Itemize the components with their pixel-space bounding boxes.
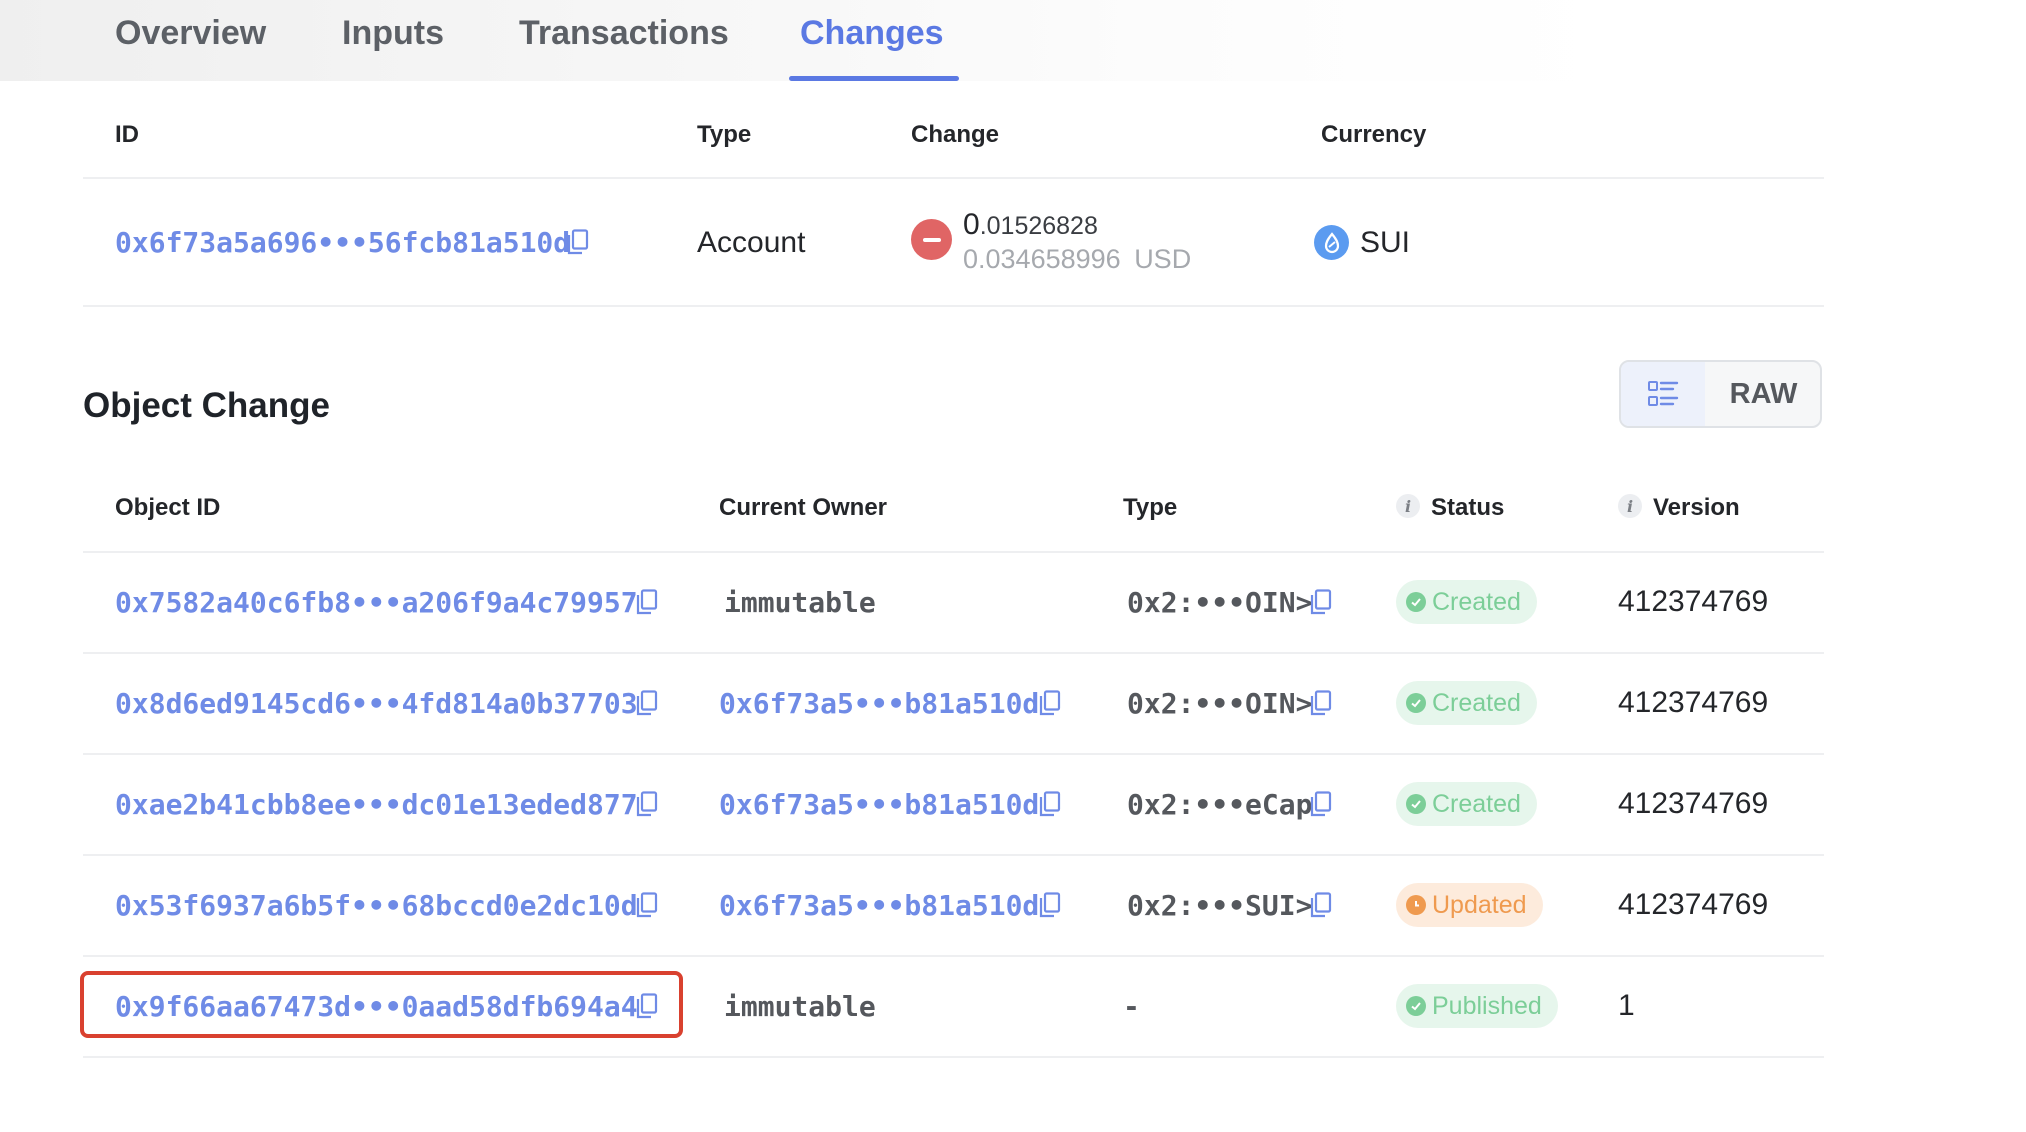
copy-icon[interactable] xyxy=(567,229,589,255)
status-badge: Created xyxy=(1396,782,1537,826)
copy-icon[interactable] xyxy=(1039,690,1061,716)
version-text: 412374769 xyxy=(1618,888,1769,921)
tab-changes[interactable]: Changes xyxy=(800,14,944,53)
sui-coin-icon xyxy=(1314,225,1349,260)
list-view-button[interactable] xyxy=(1621,362,1705,426)
col-header-status: Status xyxy=(1431,494,1505,521)
currency-name: SUI xyxy=(1360,226,1411,259)
status-label: Created xyxy=(1432,688,1521,717)
version-text: 412374769 xyxy=(1618,787,1769,820)
copy-icon[interactable] xyxy=(636,690,658,716)
check-circle-icon xyxy=(1406,794,1426,814)
divider xyxy=(83,854,1824,856)
usd-unit: USD xyxy=(1134,244,1192,274)
active-tab-indicator xyxy=(789,76,959,81)
copy-icon[interactable] xyxy=(636,892,658,918)
copy-icon[interactable] xyxy=(1310,589,1332,615)
section-title: Object Change xyxy=(83,386,330,425)
col-header-version: Version xyxy=(1653,494,1740,521)
status-badge: Published xyxy=(1396,984,1558,1028)
status-label: Published xyxy=(1432,991,1542,1020)
status-badge: Created xyxy=(1396,580,1537,624)
object-id-link[interactable]: 0x7582a40c6fb8•••a206f9a4c79957 xyxy=(115,586,638,619)
owner-link[interactable]: 0x6f73a5•••b81a510d xyxy=(719,788,1039,821)
owner-link[interactable]: 0x6f73a5•••b81a510d xyxy=(719,687,1039,720)
tab-bar xyxy=(0,0,2026,81)
change-amount: 0.01526828 xyxy=(963,208,1098,242)
version-text: 412374769 xyxy=(1618,585,1769,618)
usd-value: 0.034658996 USD xyxy=(963,244,1191,275)
copy-icon[interactable] xyxy=(1310,791,1332,817)
version-text: 1 xyxy=(1618,989,1635,1022)
info-icon[interactable]: i xyxy=(1618,494,1642,518)
col-header-type: Type xyxy=(1123,494,1178,521)
status-label: Updated xyxy=(1432,890,1527,919)
tab-inputs[interactable]: Inputs xyxy=(342,14,444,53)
status-badge: Created xyxy=(1396,681,1537,725)
divider xyxy=(83,1056,1824,1058)
change-amount-int: 0 xyxy=(963,208,980,241)
divider xyxy=(83,753,1824,755)
tab-overview[interactable]: Overview xyxy=(115,14,266,53)
copy-icon[interactable] xyxy=(636,589,658,615)
usd-amount: 0.034658996 xyxy=(963,244,1121,274)
object-id-link[interactable]: 0x53f6937a6b5f•••68bccd0e2dc10d xyxy=(115,889,638,922)
type-text: - xyxy=(1123,990,1140,1023)
status-label: Created xyxy=(1432,789,1521,818)
object-id-link[interactable]: 0xae2b41cbb8ee•••dc01e13eded877 xyxy=(115,788,638,821)
info-icon[interactable]: i xyxy=(1396,494,1420,518)
col-header-current-owner: Current Owner xyxy=(719,494,888,521)
col-header-object-id: Object ID xyxy=(115,494,221,521)
copy-icon[interactable] xyxy=(1039,892,1061,918)
type-text: 0x2:•••OIN> xyxy=(1127,687,1313,720)
divider xyxy=(83,955,1824,957)
col-header-change: Change xyxy=(911,121,1000,148)
col-header-id: ID xyxy=(115,121,139,148)
tab-transactions[interactable]: Transactions xyxy=(519,14,729,53)
divider xyxy=(83,177,1824,179)
raw-view-button[interactable]: RAW xyxy=(1705,362,1820,426)
type-text: 0x2:•••SUI> xyxy=(1127,889,1313,922)
col-header-type: Type xyxy=(697,121,752,148)
type-text: 0x2:•••eCap xyxy=(1127,788,1313,821)
list-view-icon xyxy=(1648,381,1679,406)
status-label: Created xyxy=(1432,587,1521,616)
copy-icon[interactable] xyxy=(636,791,658,817)
check-circle-icon xyxy=(1406,592,1426,612)
change-amount-frac: .01526828 xyxy=(979,212,1098,240)
owner-text: immutable xyxy=(724,586,876,619)
clock-icon xyxy=(1406,895,1426,915)
account-type: Account xyxy=(697,226,806,259)
owner-link[interactable]: 0x6f73a5•••b81a510d xyxy=(719,889,1039,922)
account-id-link[interactable]: 0x6f73a5a696•••56fcb81a510d xyxy=(115,226,570,259)
check-circle-icon xyxy=(1406,693,1426,713)
minus-icon xyxy=(911,219,952,260)
copy-icon[interactable] xyxy=(1310,690,1332,716)
object-id-link[interactable]: 0x8d6ed9145cd6•••4fd814a0b37703 xyxy=(115,687,638,720)
type-text: 0x2:•••OIN> xyxy=(1127,586,1313,619)
copy-icon[interactable] xyxy=(1039,791,1061,817)
highlight-box xyxy=(80,971,683,1038)
col-header-currency: Currency xyxy=(1321,121,1427,148)
divider xyxy=(83,551,1824,553)
status-badge: Updated xyxy=(1396,883,1543,927)
owner-text: immutable xyxy=(724,990,876,1023)
version-text: 412374769 xyxy=(1618,686,1769,719)
divider xyxy=(83,305,1824,307)
check-circle-icon xyxy=(1406,996,1426,1016)
divider xyxy=(83,652,1824,654)
copy-icon[interactable] xyxy=(1310,892,1332,918)
view-toggle: RAW xyxy=(1619,360,1822,428)
